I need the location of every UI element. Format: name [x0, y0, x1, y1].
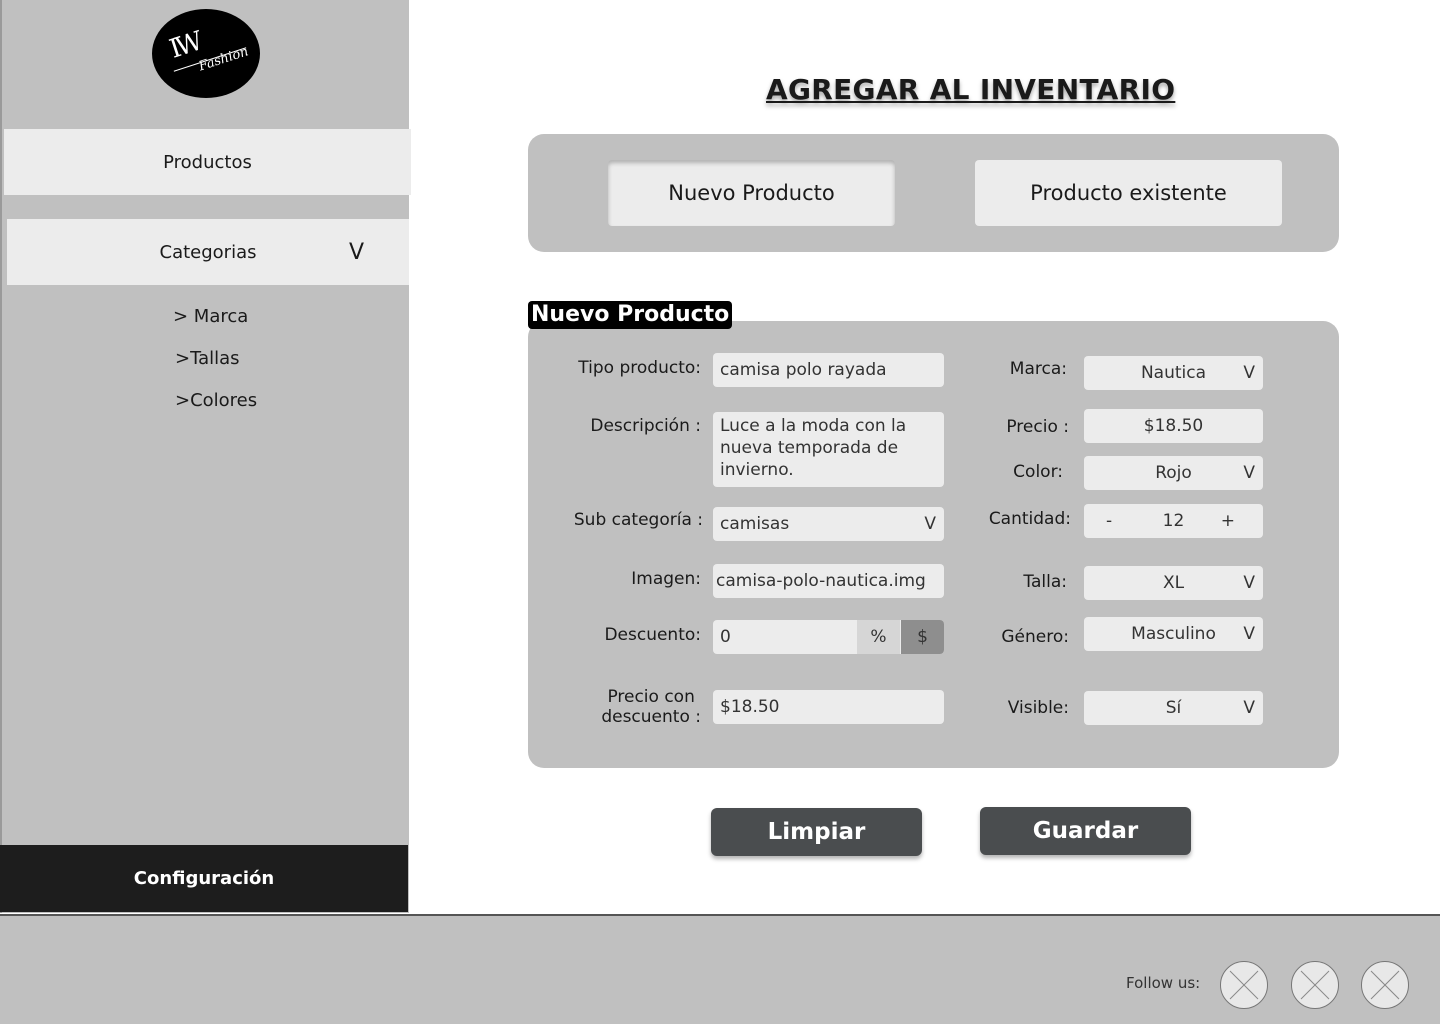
precio-input[interactable]: $18.50	[1084, 409, 1263, 443]
chevron-down-icon: V	[1243, 624, 1255, 644]
follow-label: Follow us:	[1126, 974, 1201, 992]
color-label: Color:	[1013, 462, 1063, 482]
chevron-down-icon: V	[1243, 363, 1255, 383]
footer: Follow us:	[0, 914, 1440, 1024]
talla-select[interactable]: XL V	[1084, 566, 1263, 600]
logo-text: Fashion	[196, 44, 251, 75]
sidebar: IW Fashion Productos Categorias V > Marc…	[0, 0, 411, 913]
social-placeholder-icon[interactable]	[1220, 961, 1268, 1009]
subcategoria-select[interactable]: camisas V	[713, 507, 944, 541]
sidebar-subitem-tallas[interactable]: >Tallas	[175, 348, 240, 369]
visible-value: Sí	[1165, 698, 1182, 718]
existing-product-tab[interactable]: Producto existente	[975, 160, 1282, 226]
form-title: Nuevo Producto	[528, 301, 733, 329]
clear-button[interactable]: Limpiar	[711, 808, 922, 856]
genero-value: Masculino	[1131, 624, 1216, 644]
chevron-down-icon: V	[1243, 573, 1255, 593]
percent-toggle[interactable]: %	[857, 620, 900, 654]
visible-select[interactable]: Sí V	[1084, 691, 1263, 725]
save-button[interactable]: Guardar	[980, 807, 1191, 855]
increment-button[interactable]: +	[1221, 511, 1235, 531]
descuento-group: 0 % $	[713, 620, 944, 654]
descripcion-label: Descripción :	[590, 416, 701, 436]
social-placeholder-icon[interactable]	[1291, 961, 1339, 1009]
color-select[interactable]: Rojo V	[1084, 456, 1263, 490]
marca-select[interactable]: Nautica V	[1084, 356, 1263, 390]
visible-label: Visible:	[1007, 698, 1069, 718]
chevron-down-icon: V	[924, 514, 936, 534]
marca-label: Marca:	[1009, 359, 1067, 379]
color-value: Rojo	[1155, 463, 1192, 483]
marca-value: Nautica	[1140, 363, 1207, 383]
imagen-input[interactable]: camisa-polo-nautica.img	[713, 564, 944, 598]
genero-select[interactable]: Masculino V	[1084, 617, 1263, 651]
genero-label: Género:	[1001, 627, 1069, 647]
tipo-input[interactable]: camisa polo rayada	[713, 353, 944, 387]
talla-label: Talla:	[1023, 572, 1067, 592]
tipo-label: Tipo producto:	[578, 358, 701, 378]
product-form: Tipo producto: Descripción : Sub categor…	[528, 321, 1339, 768]
precio-descuento-label: Precio con descuento :	[601, 687, 701, 727]
precio-descuento-field: $18.50	[713, 690, 944, 724]
chevron-down-icon: V	[1243, 463, 1255, 483]
subcategoria-value: camisas	[720, 514, 790, 534]
chevron-down-icon[interactable]: V	[349, 240, 364, 265]
precio-label: Precio :	[1006, 417, 1069, 437]
dollar-toggle[interactable]: $	[901, 620, 944, 654]
cantidad-label: Cantidad:	[988, 509, 1071, 529]
imagen-label: Imagen:	[631, 569, 701, 589]
cantidad-value[interactable]: 12	[1163, 511, 1185, 531]
chevron-down-icon: V	[1243, 698, 1255, 718]
descuento-label: Descuento:	[604, 625, 701, 645]
cantidad-stepper: - 12 +	[1084, 504, 1263, 538]
sidebar-item-categorias[interactable]: Categorias V	[7, 219, 409, 285]
decrement-button[interactable]: -	[1106, 511, 1112, 531]
brand-logo[interactable]: IW Fashion	[152, 9, 260, 98]
descripcion-textarea[interactable]: Luce a la moda con la nueva temporada de…	[713, 412, 944, 487]
sidebar-subitem-marca[interactable]: > Marca	[173, 306, 248, 327]
social-placeholder-icon[interactable]	[1361, 961, 1409, 1009]
sidebar-item-productos[interactable]: Productos	[4, 129, 411, 195]
mode-selector: Nuevo Producto Producto existente	[528, 134, 1339, 252]
settings-button[interactable]: Configuración	[0, 845, 408, 912]
descuento-input[interactable]: 0	[720, 627, 731, 647]
page-title: AGREGAR AL INVENTARIO	[766, 73, 1176, 106]
sidebar-subitem-colores[interactable]: >Colores	[175, 390, 257, 411]
talla-value: XL	[1162, 573, 1185, 593]
new-product-tab[interactable]: Nuevo Producto	[608, 160, 895, 226]
subcategoria-label: Sub categoría :	[573, 510, 703, 530]
